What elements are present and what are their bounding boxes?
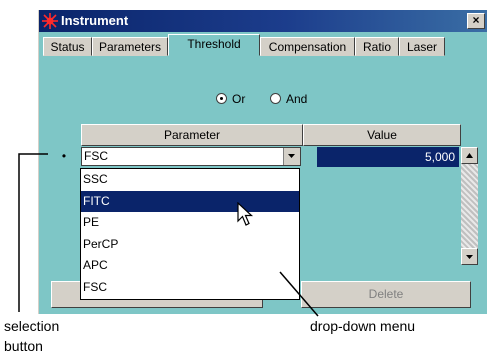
delete-button[interactable]: Delete <box>301 281 471 308</box>
tab-threshold[interactable]: Threshold <box>168 34 260 56</box>
instrument-app-icon <box>42 13 58 29</box>
arrow-up-icon <box>466 153 473 158</box>
tab-ratio[interactable]: Ratio <box>355 37 399 56</box>
dropdown-item-apc[interactable]: APC <box>81 255 299 277</box>
column-header-parameter: Parameter <box>81 124 303 146</box>
and-radio[interactable] <box>270 93 281 104</box>
dropdown-item-pe[interactable]: PE <box>81 212 299 234</box>
logic-radio-group: Or And <box>39 90 487 110</box>
or-label[interactable]: Or <box>232 92 245 106</box>
close-icon: × <box>472 13 480 27</box>
scroll-down-button[interactable] <box>461 248 478 265</box>
callout-dropdown-menu: drop-down menu <box>310 318 416 334</box>
or-radio[interactable] <box>216 93 227 104</box>
parameter-combo[interactable]: FSC <box>81 147 301 166</box>
tab-parameters[interactable]: Parameters <box>92 37 168 56</box>
scroll-up-button[interactable] <box>461 147 478 164</box>
callout-selection-button-line1: selection <box>4 318 60 334</box>
window-title: Instrument <box>61 13 129 28</box>
row-selection-button[interactable]: • <box>53 146 75 168</box>
tab-status[interactable]: Status <box>43 37 92 56</box>
dropdown-item-ssc[interactable]: SSC <box>81 169 299 191</box>
grid-vertical-scrollbar[interactable] <box>461 147 478 265</box>
column-header-value: Value <box>303 124 461 146</box>
tab-strip: Status Parameters Threshold Compensation… <box>39 32 487 56</box>
parameter-combo-value: FSC <box>84 149 108 163</box>
close-button[interactable]: × <box>467 13 485 29</box>
dropdown-item-fitc[interactable]: FITC <box>81 190 299 213</box>
mouse-pointer-icon <box>237 202 254 226</box>
tab-compensation[interactable]: Compensation <box>260 37 355 56</box>
arrow-down-icon <box>466 255 473 259</box>
value-cell[interactable]: 5,000 <box>317 147 459 167</box>
tab-laser[interactable]: Laser <box>399 37 445 56</box>
callout-selection-button-line2: button <box>4 338 43 354</box>
chevron-down-icon <box>288 154 295 158</box>
title-bar[interactable]: Instrument × <box>39 10 487 32</box>
dropdown-item-percp[interactable]: PerCP <box>81 234 299 256</box>
dropdown-item-fsc[interactable]: FSC <box>81 277 299 299</box>
scroll-track[interactable] <box>461 164 478 248</box>
combo-dropdown-button[interactable] <box>283 148 300 165</box>
and-label[interactable]: And <box>286 92 307 106</box>
parameter-dropdown-list: SSC FITC PE PerCP APC FSC <box>80 168 300 300</box>
